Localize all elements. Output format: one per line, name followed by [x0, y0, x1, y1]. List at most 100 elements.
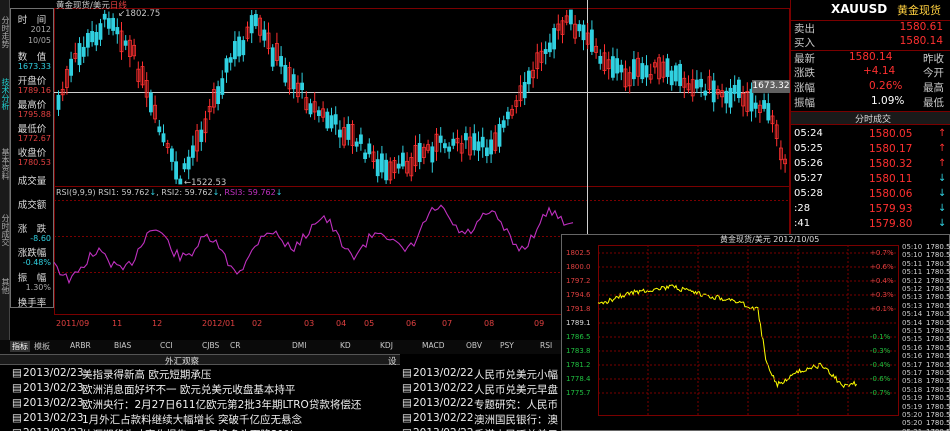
news-panel-title: 外汇观察	[165, 357, 200, 367]
candle-body	[497, 124, 502, 147]
news-item[interactable]: ▤2013/02/23外汇期货头寸变化报告：欧元净多头下降21%	[12, 427, 400, 431]
indicator-tab-macd[interactable]: MACD	[422, 341, 444, 350]
mini-list-time: 05:16	[902, 343, 923, 352]
mini-list-time: 05:16	[902, 352, 923, 361]
tab-fundamentals[interactable]: 基本资料	[0, 134, 10, 194]
candle-body	[86, 32, 90, 48]
mini-list-price: 1780.5	[926, 394, 950, 403]
candle-body	[367, 143, 372, 155]
candle-body	[737, 79, 741, 99]
indicator-tab-kd[interactable]: KD	[340, 341, 351, 350]
news-item[interactable]: ▤ 2013/02/23 欧洲消息面好坏不一 欧元兑美元收盘基本持平	[12, 382, 400, 398]
document-icon: ▤	[402, 397, 412, 409]
tab-intraday[interactable]: 分时走势	[0, 2, 10, 62]
candle-body	[489, 139, 494, 155]
indicator-tab-cr[interactable]: CR	[230, 341, 240, 350]
indicator-tab-obv[interactable]: OBV	[466, 341, 482, 350]
candle-body	[224, 58, 229, 73]
news-item[interactable]: ▤ 2013/02/22 人民币兑美元小幅	[402, 367, 560, 383]
indicator-tab-dmi[interactable]: DMI	[292, 341, 306, 350]
indicator-tab-bias[interactable]: BIAS	[114, 341, 131, 350]
candle-body	[325, 111, 330, 129]
candle-body	[56, 94, 61, 110]
news-item[interactable]: ▤ 2013/02/23 欧洲央行：2月27日611亿欧元第2批3年期LTRO贷款将…	[12, 397, 400, 413]
news-item[interactable]: ▤ 2013/02/22 澳洲国民银行：澳	[402, 412, 560, 428]
candle-body	[472, 133, 477, 151]
mini-list-time: 05:15	[902, 335, 923, 344]
candle-body	[552, 28, 557, 50]
buy-label: 买入	[794, 37, 815, 49]
mini-list-price: 1780.5	[926, 310, 950, 319]
candle-body	[669, 70, 674, 86]
mini-list-price: 1780.5	[926, 251, 950, 260]
candle-body	[182, 163, 187, 170]
mini-pct-tick: -0.3%	[870, 347, 891, 355]
news-item[interactable]: ▤2013/02/22香港人民币兑美元	[402, 427, 560, 431]
tab-technical[interactable]: 技术分析	[0, 64, 10, 124]
mini-ytick: 1783.8	[566, 347, 591, 355]
candle-body	[81, 46, 86, 57]
candle-body	[262, 29, 267, 41]
candle-body	[149, 92, 153, 113]
candle-body	[451, 138, 456, 146]
mini-ytick: 1789.1	[566, 319, 591, 327]
candle-body	[543, 49, 548, 54]
candle-body	[123, 40, 128, 46]
high-marker: ↙1802.75	[118, 9, 161, 19]
chart-symbol: 黄金现货/美元	[56, 1, 110, 11]
news-item[interactable]: ▤ 2013/02/22 人民币兑美元早盘	[402, 382, 560, 398]
mini-list-time: 05:20	[902, 419, 923, 428]
arrow-down-icon: ↓	[938, 188, 947, 199]
trade-time: 05:25	[794, 143, 823, 154]
sell-value: 1580.61	[899, 21, 943, 33]
candle-body	[94, 31, 99, 46]
mini-list-price: 1780.5	[926, 369, 950, 377]
low-label: 最低价	[17, 124, 47, 135]
mini-intraday-chart[interactable]: 黄金现货/美元 2012/10/05 1802.5 1800.0 1797.2 179…	[561, 234, 950, 431]
candle-body	[665, 58, 670, 77]
candle-body	[581, 24, 586, 41]
mini-pct-tick: -0.4%	[870, 361, 891, 369]
mini-list-price: 1780.5	[926, 335, 950, 344]
indicator-tab-rsi[interactable]: RSI	[540, 341, 552, 350]
candle-body	[186, 156, 191, 170]
candle-body	[674, 65, 678, 82]
mini-list-price: 1780.5	[926, 243, 950, 251]
candle-body	[337, 129, 342, 138]
news-settings[interactable]: 设	[388, 355, 397, 367]
candle-body	[590, 29, 594, 52]
tab-ticks[interactable]: 分时成交	[0, 200, 10, 260]
indicator-tab-arbr[interactable]: ARBR	[70, 341, 91, 350]
mini-ytick: 1800.0	[566, 263, 591, 271]
document-icon: ▤	[402, 367, 412, 379]
tab-indicators[interactable]: 指标	[10, 341, 30, 352]
mini-list-time: 05:19	[902, 402, 923, 411]
candle-body	[699, 78, 703, 88]
news-title: 人民币兑美元小幅	[474, 369, 558, 381]
news-item[interactable]: ▤ 2013/02/22 专题研究：人民币	[402, 397, 560, 413]
high-marker-value: 1802.75	[125, 9, 161, 19]
news-item[interactable]: ▤ 2013/02/23 美指录得新高 欧元短期承压	[12, 367, 400, 383]
candle-body	[77, 43, 82, 66]
trade-row: 05:28 1580.06 ↓	[791, 188, 950, 203]
indicator-tab-psy[interactable]: PSY	[500, 341, 514, 350]
indicator-tab-kdj[interactable]: KDJ	[380, 341, 393, 350]
change-pct-label: 涨跌幅	[17, 248, 47, 259]
low-label: 最低	[923, 97, 944, 109]
indicator-tab-cjbs[interactable]: CJBS	[202, 341, 219, 350]
candle-body	[291, 74, 296, 90]
document-icon: ▤	[402, 412, 412, 424]
mini-list-price: 1780.5	[926, 343, 950, 352]
candle-body	[484, 147, 489, 157]
mini-list-time: 05:13	[902, 293, 923, 302]
news-item[interactable]: ▤ 2013/02/23 1月外汇占款料继续大幅增长 突破千亿应无悬念	[12, 412, 400, 428]
tab-templates[interactable]: 模板	[34, 341, 50, 352]
trades-title: 分时成交	[855, 115, 892, 125]
mini-list-time: 05:17	[902, 369, 923, 377]
rsi1-label: RSI1: 59.762	[98, 188, 150, 197]
indicator-tab-cci[interactable]: CCI	[160, 341, 173, 350]
tab-other[interactable]: 其他	[0, 266, 10, 306]
candle-body	[703, 90, 708, 96]
buy-value: 1580.14	[899, 35, 943, 47]
candle-body	[417, 142, 422, 163]
